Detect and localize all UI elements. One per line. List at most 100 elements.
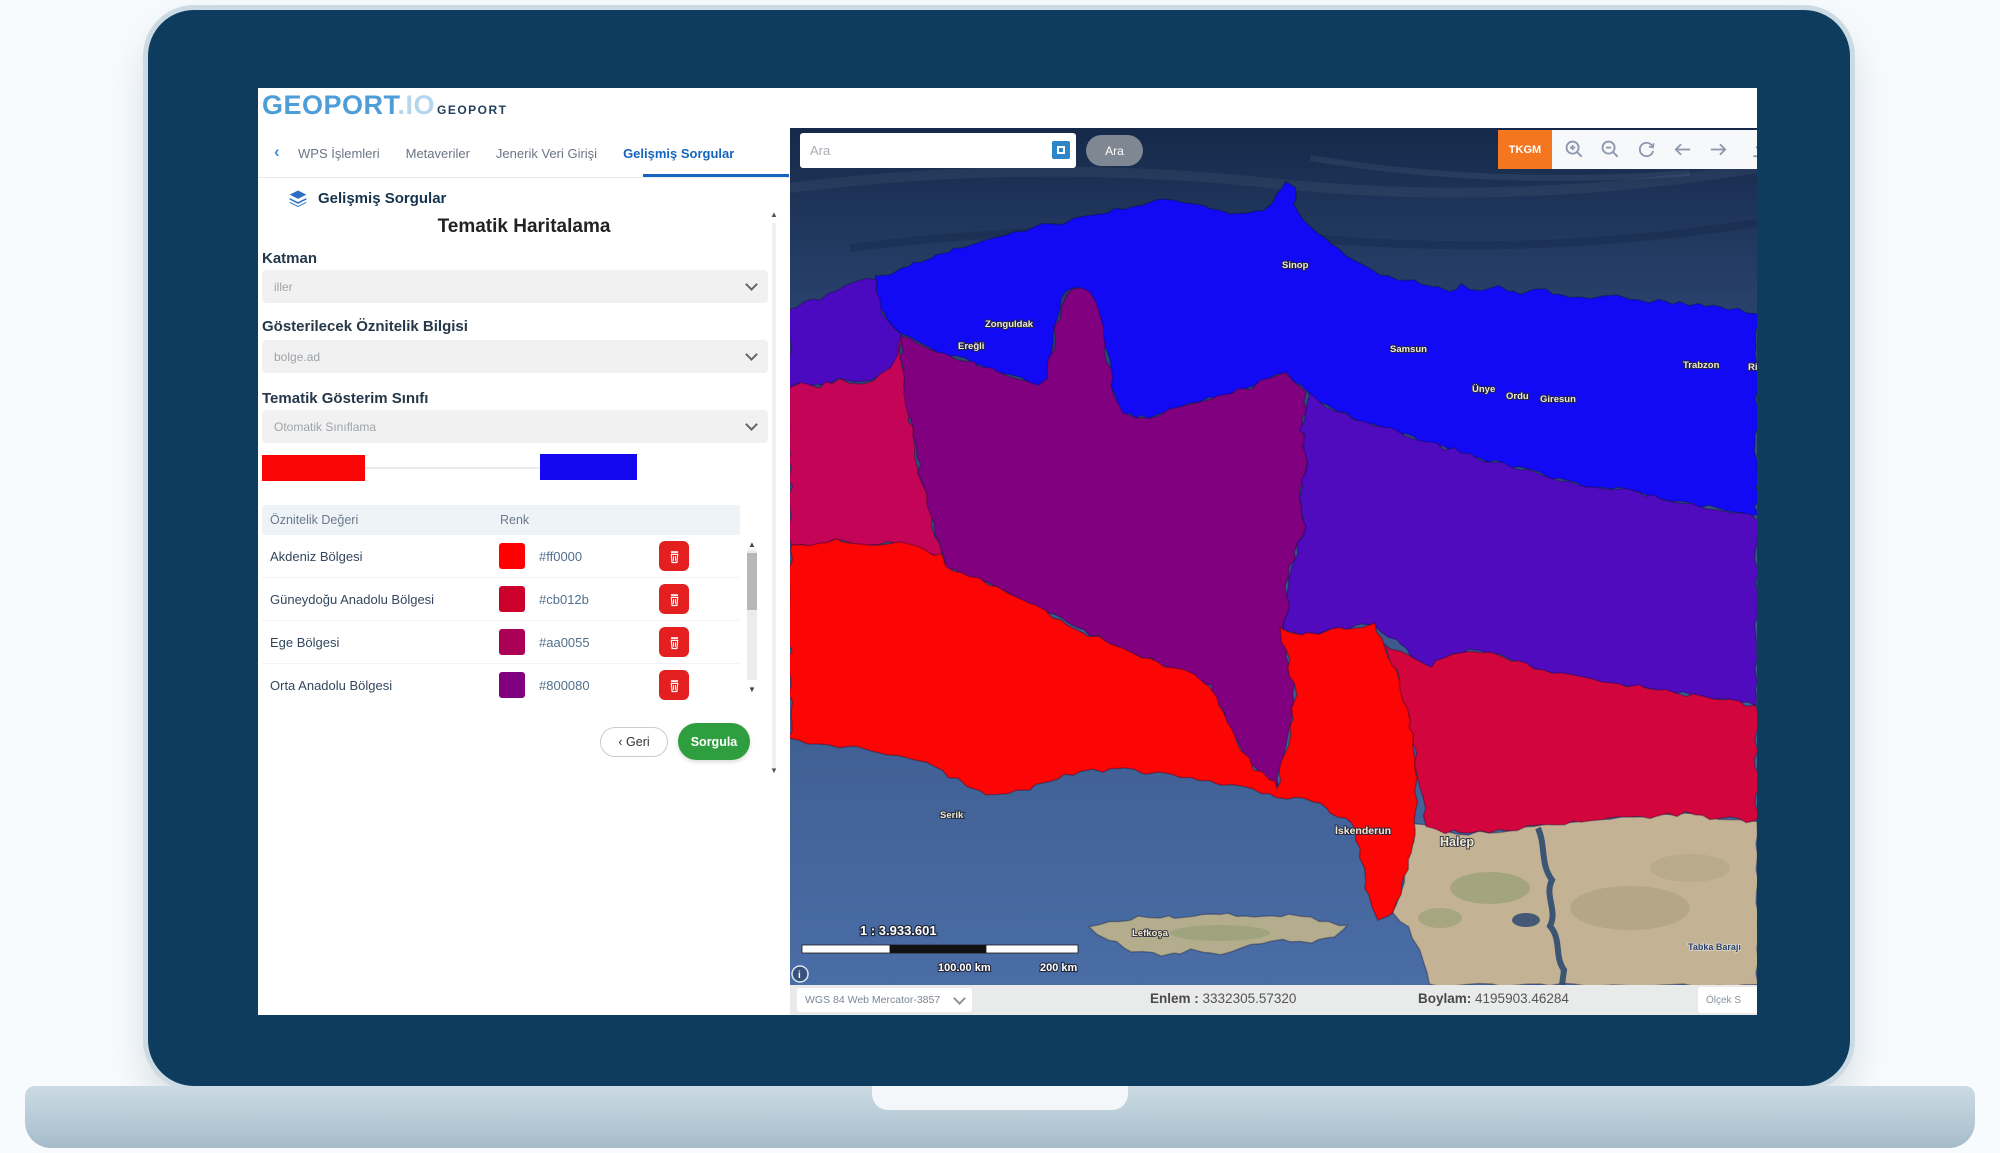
- map-label: Ereğli: [958, 341, 984, 352]
- tab-metaveriler[interactable]: Metaveriler: [406, 146, 470, 161]
- row-color-swatch[interactable]: [499, 586, 525, 612]
- row-color-hex: #800080: [539, 678, 590, 693]
- tab-bar: ‹ WPS İşlemleri Metaveriler Jenerik Veri G…: [258, 128, 790, 178]
- map-canvas[interactable]: ZonguldakEreğli Sinop Samsun Ünye Ordu Giresu…: [790, 128, 1757, 985]
- row-color-swatch[interactable]: [499, 543, 525, 569]
- attribute-value: Akdeniz Bölgesi: [270, 549, 363, 564]
- geri-button[interactable]: ‹ Geri: [600, 727, 668, 757]
- laptop-base: [25, 1086, 1975, 1148]
- chevron-down-icon: [745, 348, 758, 361]
- map-label: Giresun: [1540, 394, 1576, 405]
- download-icon[interactable]: [1749, 138, 1757, 161]
- panel-scroll-up-icon[interactable]: ▲: [766, 210, 782, 219]
- row-color-hex: #aa0055: [539, 635, 590, 650]
- laptop-bezel: GEOPORT.IO GEOPORT ‹ WPS İşlemleri Metave…: [148, 10, 1850, 1086]
- table-header: Öznitelik Değeri Renk: [262, 505, 740, 535]
- map-svg: ZonguldakEreğli Sinop Samsun Ünye Ordu Giresu…: [790, 128, 1757, 985]
- katman-label: Katman: [262, 250, 317, 267]
- row-color-swatch[interactable]: [499, 672, 525, 698]
- attribute-value: Orta Anadolu Bölgesi: [270, 678, 392, 693]
- map-label: Trabzon: [1683, 360, 1720, 371]
- table-row: Güneydoğu Anadolu Bölgesi#cb012b: [262, 578, 740, 621]
- table-scrollbar[interactable]: ▲ ▼: [746, 540, 758, 695]
- left-panel: ‹ WPS İşlemleri Metaveriler Jenerik Veri G…: [258, 128, 790, 1015]
- page-title: Tematik Haritalama: [258, 216, 790, 238]
- svg-text:i: i: [798, 970, 801, 981]
- tab-geli-mi-sorgular[interactable]: Gelişmiş Sorgular: [623, 146, 734, 161]
- katman-select[interactable]: iller: [262, 270, 768, 303]
- map-label: Lefkoşa: [1132, 928, 1169, 939]
- scroll-down-icon[interactable]: ▼: [746, 685, 758, 694]
- trash-icon: [666, 677, 683, 694]
- gradient-start-color[interactable]: [262, 455, 365, 481]
- layers-icon: [288, 188, 308, 208]
- panel-scrollbar-track[interactable]: [772, 223, 776, 768]
- scale-label-mid: 100.00 km: [938, 962, 991, 974]
- row-color-hex: #ff0000: [539, 549, 582, 564]
- table-row: Ege Bölgesi #aa0055: [262, 621, 740, 664]
- tab-jenerik-veri-giri-i[interactable]: Jenerik Veri Girişi: [496, 146, 597, 161]
- chevron-down-icon: [745, 278, 758, 291]
- zoom-in-icon[interactable]: [1563, 138, 1586, 161]
- row-color-hex: #cb012b: [539, 592, 589, 607]
- collapse-panel-icon[interactable]: ‹: [274, 142, 280, 162]
- map-label: Rize: [1748, 362, 1757, 373]
- map-label: İskenderun: [1335, 824, 1391, 837]
- scrollbar-thumb[interactable]: [747, 553, 757, 610]
- oznitelik-select[interactable]: bolge.ad: [262, 340, 768, 373]
- scale-label-end: 200 km: [1040, 962, 1078, 974]
- oznitelik-label: Gösterilecek Öznitelik Bilgisi: [262, 318, 468, 335]
- gosterim-sinifi-label: Tematik Gösterim Sınıfı: [262, 390, 428, 407]
- search-action-icon[interactable]: [1052, 141, 1070, 159]
- delete-row-button[interactable]: [659, 584, 689, 614]
- ara-button[interactable]: Ara: [1086, 135, 1143, 166]
- zoom-out-icon[interactable]: [1599, 138, 1622, 161]
- tab-wps-i-lemleri[interactable]: WPS İşlemleri: [298, 146, 380, 161]
- laptop-notch: [872, 1086, 1128, 1110]
- pan-left-icon[interactable]: [1671, 138, 1694, 161]
- chevron-down-icon: [953, 992, 966, 1005]
- section-heading: Gelişmiş Sorgular: [288, 188, 446, 208]
- trash-icon: [666, 548, 683, 565]
- tkgm-button[interactable]: TKGM: [1498, 130, 1552, 169]
- delete-row-button[interactable]: [659, 670, 689, 700]
- panel-scroll-down-icon[interactable]: ▼: [766, 766, 782, 775]
- map-label: Samsun: [1390, 344, 1427, 355]
- map-label: Ordu: [1506, 391, 1529, 402]
- map-toolbar: [1552, 130, 1757, 169]
- olcek-box: Ölçek S: [1698, 987, 1757, 1013]
- gradient-divider: [365, 467, 540, 469]
- projection-select[interactable]: WGS 84 Web Mercator-3857: [797, 988, 972, 1012]
- map-label: Sinop: [1282, 260, 1309, 271]
- screenshot-stage: GEOPORT.IO GEOPORT ‹ WPS İşlemleri Metave…: [0, 0, 2000, 1153]
- active-tab-underline: [643, 174, 789, 177]
- map-label: Zonguldak: [985, 319, 1034, 330]
- trash-icon: [666, 591, 683, 608]
- scale-ratio: 1 : 3.933.601: [860, 923, 937, 938]
- trash-icon: [666, 634, 683, 651]
- map-label: Ünye: [1472, 384, 1495, 395]
- gosterim-sinifi-select[interactable]: Otomatik Sınıflama: [262, 410, 768, 443]
- map-label: Serik: [940, 810, 964, 821]
- map-label: Tabka Barajı: [1688, 942, 1741, 952]
- app-header: GEOPORT.IO GEOPORT: [258, 88, 1757, 128]
- zoom-extent-icon[interactable]: [1635, 138, 1658, 161]
- longitude-readout: Boylam: 4195903.46284: [1418, 991, 1569, 1006]
- search-input[interactable]: [800, 133, 1076, 168]
- map-label: Halep: [1440, 835, 1474, 849]
- app-screen: GEOPORT.IO GEOPORT ‹ WPS İşlemleri Metave…: [258, 88, 1757, 1015]
- scroll-up-icon[interactable]: ▲: [746, 540, 758, 549]
- geoport-wordmark: GEOPORT: [437, 103, 508, 117]
- row-color-swatch[interactable]: [499, 629, 525, 655]
- sorgula-button[interactable]: Sorgula: [678, 723, 750, 760]
- gradient-end-color[interactable]: [540, 454, 637, 480]
- chevron-down-icon: [745, 418, 758, 431]
- pan-right-icon[interactable]: [1707, 138, 1730, 161]
- attribute-value: Ege Bölgesi: [270, 635, 339, 650]
- latitude-readout: Enlem : 3332305.57320: [1150, 991, 1296, 1006]
- delete-row-button[interactable]: [659, 541, 689, 571]
- attribute-color-table: Öznitelik Değeri Renk Akdeniz Bölgesi #ff…: [262, 505, 762, 701]
- delete-row-button[interactable]: [659, 627, 689, 657]
- table-row: Orta Anadolu Bölgesi #800080: [262, 664, 740, 701]
- table-row: Akdeniz Bölgesi #ff0000: [262, 535, 740, 578]
